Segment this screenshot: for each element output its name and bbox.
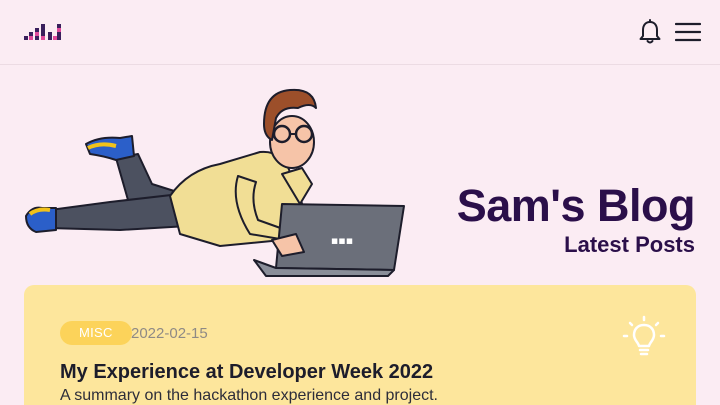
hamburger-menu-icon[interactable] xyxy=(675,20,701,44)
svg-text:▪▪▪: ▪▪▪ xyxy=(331,234,353,247)
blog-title: Sam's Blog xyxy=(456,180,696,231)
post-card[interactable]: MISC 2022-02-15 My Experience at Develop… xyxy=(24,285,696,405)
post-date: 2022-02-15 xyxy=(131,325,208,342)
post-summary: A summary on the hackathon experience an… xyxy=(60,387,438,404)
bell-icon[interactable] xyxy=(638,19,662,45)
post-tag[interactable]: MISC xyxy=(60,321,132,345)
person-lying-with-laptop-illustration: ▪▪▪ xyxy=(25,88,405,277)
site-header xyxy=(0,0,720,65)
lightbulb-icon xyxy=(622,315,666,356)
sld-logo-icon[interactable] xyxy=(24,24,66,42)
post-title[interactable]: My Experience at Developer Week 2022 xyxy=(60,361,433,384)
latest-posts-heading: Latest Posts xyxy=(564,232,695,257)
